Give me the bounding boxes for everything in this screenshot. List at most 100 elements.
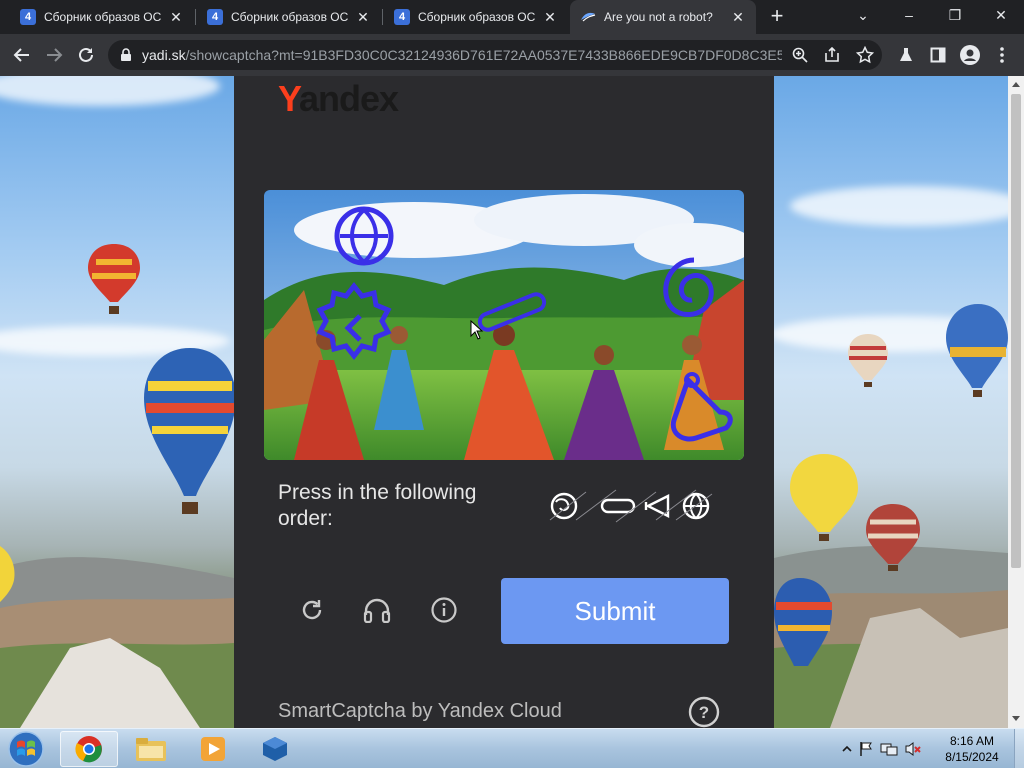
captcha-panel: Yandex Press in the following order: Sub… bbox=[234, 76, 774, 728]
explorer-icon bbox=[136, 738, 166, 761]
restore-button[interactable]: ❐ bbox=[932, 0, 978, 30]
forward-button[interactable] bbox=[40, 41, 68, 69]
hot-air-balloon bbox=[790, 454, 858, 541]
captcha-instruction: Press in the following order: bbox=[278, 481, 477, 530]
windows-start-orb-icon bbox=[8, 731, 44, 767]
side-panel-icon bbox=[930, 47, 946, 63]
close-tab-icon[interactable]: ✕ bbox=[730, 9, 746, 25]
start-button[interactable] bbox=[4, 730, 48, 768]
hot-air-balloon bbox=[88, 244, 140, 314]
cloud bbox=[790, 186, 1008, 226]
tab-title: Сборник образов ОС bbox=[418, 10, 536, 24]
url-path: /showcaptcha?mt=91B3FD30C0C32124936D761E… bbox=[185, 47, 782, 63]
taskbar-media-player[interactable] bbox=[184, 731, 242, 767]
kebab-menu-icon bbox=[1000, 47, 1004, 63]
info-icon bbox=[431, 597, 457, 623]
scroll-down-arrow-icon[interactable] bbox=[1012, 716, 1020, 721]
browser-tab-2[interactable]: 4 Сборник образов ОС ✕ bbox=[197, 0, 381, 34]
media-player-icon bbox=[201, 737, 225, 761]
captcha-scene-illustration bbox=[264, 190, 744, 460]
clock-time: 8:16 AM bbox=[949, 734, 995, 748]
minimize-button[interactable]: – bbox=[886, 0, 932, 30]
browser-toolbar: yadi.sk/showcaptcha?mt=91B3FD30C0C321249… bbox=[0, 34, 1024, 76]
hot-air-balloon bbox=[866, 504, 920, 571]
bookmark-star-icon[interactable] bbox=[856, 46, 874, 64]
tab-title: Сборник образов ОС bbox=[231, 10, 349, 24]
taskbar-virtualbox[interactable] bbox=[246, 731, 304, 767]
taskbar-chrome[interactable] bbox=[60, 731, 118, 767]
headphones-icon bbox=[363, 598, 391, 623]
url-host: yadi.sk bbox=[142, 47, 186, 63]
browser-tab-3[interactable]: 4 Сборник образов ОС ✕ bbox=[384, 0, 568, 34]
scroll-up-arrow-icon[interactable] bbox=[1012, 82, 1020, 87]
back-arrow-icon bbox=[13, 48, 29, 62]
yandex-disk-icon: 4 bbox=[20, 9, 36, 25]
close-tab-icon[interactable]: ✕ bbox=[542, 9, 558, 25]
share-icon[interactable] bbox=[824, 47, 840, 63]
windows-taskbar: 8:16 AM 8/15/2024 bbox=[0, 728, 1024, 768]
refresh-icon bbox=[302, 600, 322, 620]
close-window-button[interactable]: ✕ bbox=[978, 0, 1024, 30]
show-desktop-button[interactable] bbox=[1014, 729, 1024, 768]
captcha-order-sequence bbox=[546, 486, 716, 526]
taskbar-clock[interactable]: 8:16 AM 8/15/2024 bbox=[934, 733, 1010, 765]
submit-button[interactable]: Submit bbox=[501, 578, 729, 644]
cloud bbox=[0, 76, 220, 106]
hot-air-balloon bbox=[946, 304, 1008, 397]
browser-tab-strip: 4 Сборник образов ОС ✕ 4 Сборник образов… bbox=[0, 0, 1024, 34]
lock-icon[interactable] bbox=[120, 48, 132, 62]
smartcaptcha-icon bbox=[580, 9, 596, 25]
profile-button[interactable] bbox=[956, 41, 984, 69]
hot-air-balloon bbox=[774, 578, 832, 666]
volume-muted-icon[interactable] bbox=[904, 741, 922, 757]
hot-air-balloon bbox=[848, 334, 888, 387]
scrollbar-thumb[interactable] bbox=[1011, 94, 1021, 568]
clock-date: 8/15/2024 bbox=[945, 750, 999, 764]
reload-button[interactable] bbox=[72, 41, 100, 69]
flask-icon bbox=[900, 48, 912, 61]
zoom-icon[interactable] bbox=[792, 47, 808, 63]
extensions-button[interactable] bbox=[892, 41, 920, 69]
audio-captcha-button[interactable] bbox=[359, 592, 395, 628]
show-hidden-icons-icon[interactable] bbox=[842, 744, 852, 754]
system-tray bbox=[842, 735, 922, 763]
hot-air-balloon bbox=[144, 348, 236, 514]
address-bar[interactable]: yadi.sk/showcaptcha?mt=91B3FD30C0C321249… bbox=[108, 40, 882, 70]
action-center-flag-icon[interactable] bbox=[858, 741, 874, 757]
yandex-disk-icon: 4 bbox=[207, 9, 223, 25]
swirl-icon bbox=[550, 492, 578, 520]
tab-search-chevron-icon[interactable]: ⌄ bbox=[840, 0, 886, 30]
pill-icon bbox=[600, 498, 636, 514]
profile-avatar-icon bbox=[960, 45, 980, 65]
hot-air-balloon bbox=[0, 546, 15, 602]
close-tab-icon[interactable]: ✕ bbox=[168, 9, 184, 25]
help-question-icon: ? bbox=[688, 696, 720, 728]
tab-divider bbox=[195, 9, 196, 25]
reload-icon bbox=[79, 47, 93, 62]
svg-text:?: ? bbox=[699, 703, 709, 722]
back-button[interactable] bbox=[8, 41, 36, 69]
side-panel-button[interactable] bbox=[924, 41, 952, 69]
refresh-captcha-button[interactable] bbox=[294, 592, 330, 628]
browser-tab-active[interactable]: Are you not a robot? ✕ bbox=[570, 0, 756, 34]
yandex-disk-icon: 4 bbox=[394, 9, 410, 25]
smartcaptcha-footer-label: SmartCaptcha by Yandex Cloud bbox=[278, 700, 562, 722]
new-tab-button[interactable]: + bbox=[764, 5, 790, 29]
chrome-icon bbox=[75, 736, 102, 763]
forward-arrow-icon bbox=[47, 48, 63, 62]
url-text: yadi.sk/showcaptcha?mt=91B3FD30C0C321249… bbox=[142, 47, 782, 63]
help-button[interactable]: ? bbox=[688, 696, 720, 728]
network-icon[interactable] bbox=[880, 741, 898, 757]
browser-menu-button[interactable] bbox=[988, 41, 1016, 69]
taskbar-explorer[interactable] bbox=[122, 731, 180, 767]
page-scrollbar[interactable] bbox=[1008, 76, 1024, 728]
tab-title: Are you not a robot? bbox=[604, 10, 713, 24]
browser-tab-1[interactable]: 4 Сборник образов ОС ✕ bbox=[10, 0, 194, 34]
tab-divider bbox=[382, 9, 383, 25]
close-tab-icon[interactable]: ✕ bbox=[355, 9, 371, 25]
captcha-image[interactable] bbox=[264, 190, 744, 460]
virtualbox-icon bbox=[263, 737, 287, 761]
captcha-info-button[interactable] bbox=[426, 592, 462, 628]
mouse-cursor-icon bbox=[470, 320, 484, 340]
tab-title: Сборник образов ОС bbox=[44, 10, 162, 24]
